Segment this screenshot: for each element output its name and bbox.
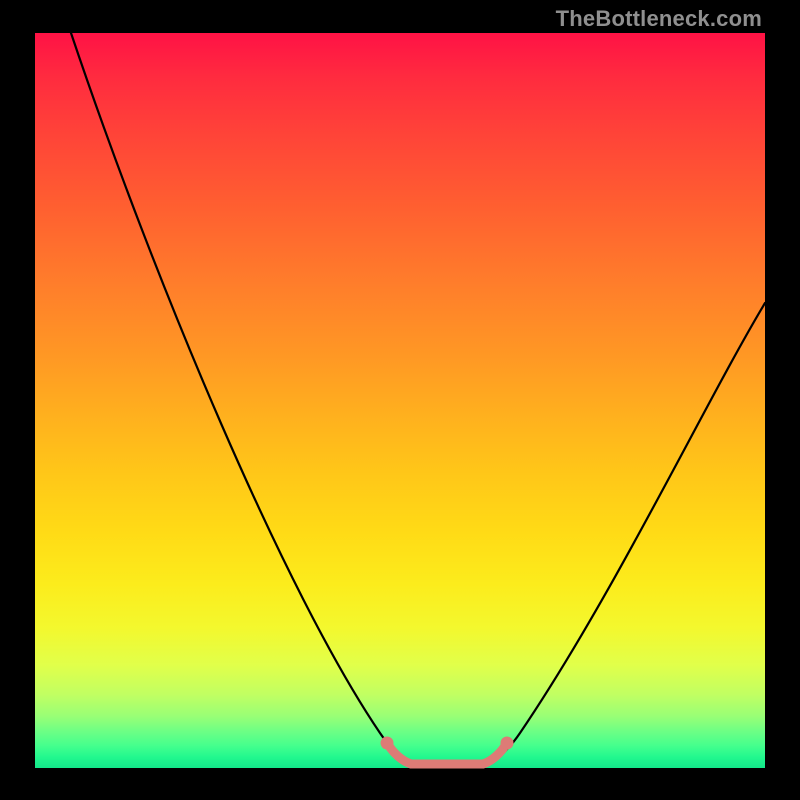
optimal-range-dot-left bbox=[381, 737, 394, 750]
chart-svg bbox=[35, 33, 765, 768]
watermark-text: TheBottleneck.com bbox=[556, 6, 762, 32]
bottleneck-curve bbox=[71, 33, 765, 765]
chart-frame: TheBottleneck.com bbox=[0, 0, 800, 800]
optimal-range-dot-right bbox=[501, 737, 514, 750]
optimal-range-marker bbox=[387, 743, 507, 764]
